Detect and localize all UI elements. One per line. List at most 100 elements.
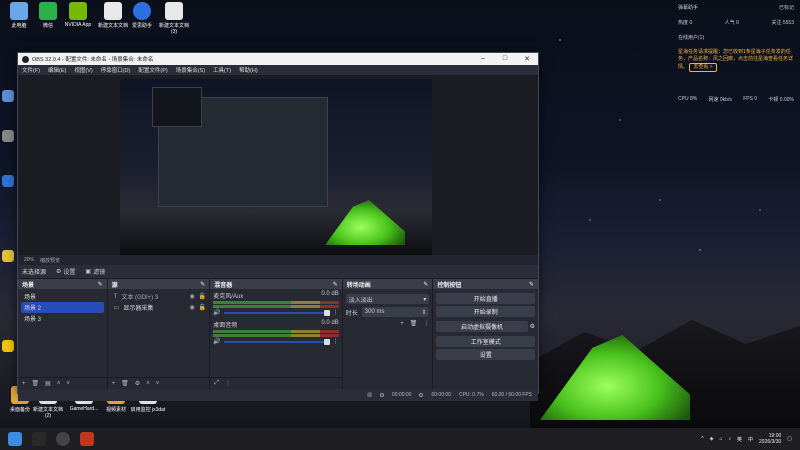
dock-settings-icon[interactable]: ✎	[98, 281, 103, 288]
desktop-icon-partial-4[interactable]	[0, 250, 16, 264]
taskbar-app-icon[interactable]	[32, 432, 46, 446]
language-indicator[interactable]: 英	[737, 436, 742, 443]
move-up-icon[interactable]: ˄	[57, 381, 61, 387]
start-icon[interactable]	[8, 432, 22, 446]
fader-knob[interactable]	[323, 309, 330, 316]
stepper-icon: ⇕	[421, 309, 427, 316]
move-down-icon[interactable]: ˅	[66, 381, 70, 387]
app-icon	[2, 90, 14, 102]
transition-menu-icon[interactable]: ⋮	[423, 320, 429, 327]
move-down-icon[interactable]: ˅	[156, 381, 160, 387]
text-icon: T	[113, 293, 118, 300]
desktop-icon-partial-5[interactable]	[0, 340, 16, 354]
dock-settings-icon[interactable]: ✎	[200, 281, 205, 288]
dock-settings-icon[interactable]: ✎	[333, 281, 338, 288]
properties-button[interactable]: ⚙ 设置	[56, 267, 75, 276]
monitor-icon: ▭	[113, 305, 120, 311]
taskbar-obs-icon[interactable]	[56, 432, 70, 446]
menu-profile[interactable]: 配置文件(P)	[138, 66, 167, 74]
edge-icon	[2, 175, 14, 187]
zoom-level[interactable]: 20%	[24, 257, 34, 263]
lock-icon[interactable]: 🔓	[199, 293, 206, 300]
widget-heat: 热度 0	[678, 20, 693, 26]
start-recording-button[interactable]: 开始录制	[436, 306, 535, 317]
dock-settings-icon[interactable]: ✎	[529, 281, 534, 288]
add-scene-icon[interactable]: +	[22, 381, 26, 387]
maximize-icon[interactable]: □	[494, 55, 516, 63]
scene-filters-icon[interactable]: ▤	[45, 380, 51, 387]
studio-mode-button[interactable]: 工作室模式	[436, 336, 535, 347]
menu-docks[interactable]: 停靠窗口(D)	[101, 66, 131, 74]
speaker-icon[interactable]: 🔊	[213, 309, 220, 316]
obs-preview[interactable]: 20% 缩放预览	[18, 75, 538, 265]
dock-settings-icon[interactable]: ✎	[423, 281, 428, 288]
menu-scene-collection[interactable]: 场景集合(S)	[176, 66, 205, 74]
volume-icon[interactable]: ♪	[728, 436, 731, 442]
tray-expand-icon[interactable]: ^	[701, 436, 703, 442]
desktop-icon-text-doc-3[interactable]: 新建文本文档 (3)	[156, 2, 192, 35]
widget-online-users[interactable]: 在线用户(1)	[678, 34, 704, 41]
menu-view[interactable]: 视图(V)	[74, 66, 92, 74]
taskbar: ^ ◈ ⌂ ♪ 英 中 19:00 2026/3/30 ▢	[0, 428, 800, 450]
remove-scene-icon[interactable]: 🗑	[32, 380, 40, 387]
scene-item[interactable]: 场景 3	[21, 313, 104, 324]
desktop-icon-partial-3[interactable]	[0, 175, 16, 189]
visibility-icon[interactable]: ◉	[190, 304, 195, 311]
clock[interactable]: 19:00 2026/3/30	[759, 433, 781, 446]
remove-transition-icon[interactable]: 🗑	[410, 320, 418, 327]
ime-indicator[interactable]: 中	[748, 436, 753, 443]
notice-view-button[interactable]: 去查看 >	[689, 63, 717, 72]
stream-status-icon	[380, 393, 385, 397]
menu-edit[interactable]: 编辑(E)	[48, 66, 66, 74]
mixer-link-icon[interactable]: ⤢	[214, 380, 219, 387]
tray-app-icon[interactable]: ◈	[710, 436, 714, 442]
menu-file[interactable]: 文件(F)	[22, 66, 40, 74]
volume-fader[interactable]: 🔊 ⋮	[213, 338, 339, 345]
network-icon[interactable]: ⌂	[719, 436, 722, 442]
desktop-icon-partial-1[interactable]	[0, 90, 16, 104]
remove-source-icon[interactable]: 🗑	[121, 380, 129, 387]
desktop-icon-partial-2[interactable]	[0, 130, 16, 144]
scene-item[interactable]: 场景	[21, 291, 104, 302]
obs-titlebar[interactable]: OBS 32.0.4 - 配置文件: 未命名 - 场景集合: 未命名 – □ ✕	[18, 53, 538, 65]
source-properties-icon[interactable]: ⚙	[135, 380, 140, 387]
channel-menu-icon[interactable]: ⋮	[333, 338, 339, 345]
transitions-dock-header: 转场动画 ✎	[342, 279, 433, 289]
channel-menu-icon[interactable]: ⋮	[333, 309, 339, 316]
add-source-icon[interactable]: +	[112, 381, 116, 387]
sources-dock: 源 ✎ T 文本 (GDI+) 3 ◉ 🔓 ▭ 显示器采集 ◉ 🔓 + 🗑 ⚙ …	[107, 279, 211, 389]
mixer-channel-desktop: 桌面音频 0.0 dB 🔊 ⋮	[213, 320, 339, 345]
notification-icon[interactable]: ▢	[787, 436, 792, 442]
fader-knob[interactable]	[323, 338, 330, 345]
filters-button[interactable]: ▣ 滤镜	[85, 267, 105, 276]
close-icon[interactable]: ✕	[516, 55, 538, 63]
move-up-icon[interactable]: ˄	[146, 381, 150, 387]
add-transition-icon[interactable]: +	[400, 321, 404, 327]
mixer-menu-icon[interactable]: ⋮	[225, 380, 231, 387]
volume-fader[interactable]: 🔊 ⋮	[213, 309, 339, 316]
source-item[interactable]: T 文本 (GDI+) 3 ◉ 🔓	[111, 291, 207, 302]
desktop-icon-aisi[interactable]: 爱思助手	[124, 2, 160, 29]
minimize-icon[interactable]: –	[472, 55, 494, 63]
scene-item-selected[interactable]: 场景 2	[21, 302, 104, 313]
menu-help[interactable]: 帮助(H)	[239, 66, 258, 74]
preview-canvas[interactable]	[120, 79, 432, 255]
desktop-icon-nvidia[interactable]: NVIDIA App	[60, 2, 96, 28]
widget-menu[interactable]: 已标记	[779, 4, 794, 11]
clock-date: 2026/3/30	[759, 439, 782, 445]
speaker-icon[interactable]: 🔊	[213, 338, 220, 345]
visibility-icon[interactable]: ◉	[190, 293, 195, 300]
controls-dock-header: 控制按钮 ✎	[433, 279, 538, 289]
duration-input[interactable]: 300 ms ⇕	[361, 307, 430, 317]
start-streaming-button[interactable]: 开始直播	[436, 293, 535, 304]
lock-icon[interactable]: 🔓	[199, 304, 206, 311]
taskbar-app-icon[interactable]	[80, 432, 94, 446]
gear-icon[interactable]: ⚙	[530, 323, 535, 330]
start-virtual-camera-button[interactable]: 启动虚拟摄像机	[436, 321, 528, 332]
menu-tools[interactable]: 工具(T)	[213, 66, 231, 74]
source-item[interactable]: ▭ 显示器采集 ◉ 🔓	[111, 302, 207, 313]
settings-button[interactable]: 设置	[436, 349, 535, 360]
zoom-label[interactable]: 缩放预览	[40, 257, 60, 264]
transition-select[interactable]: 淡入淡出 ▾	[345, 294, 430, 304]
mixer-dock: 混音器 ✎ 麦克风/Aux 0.0 dB 🔊 ⋮ 桌面音频 0.0 dB 🔊 ⋮…	[210, 279, 343, 389]
